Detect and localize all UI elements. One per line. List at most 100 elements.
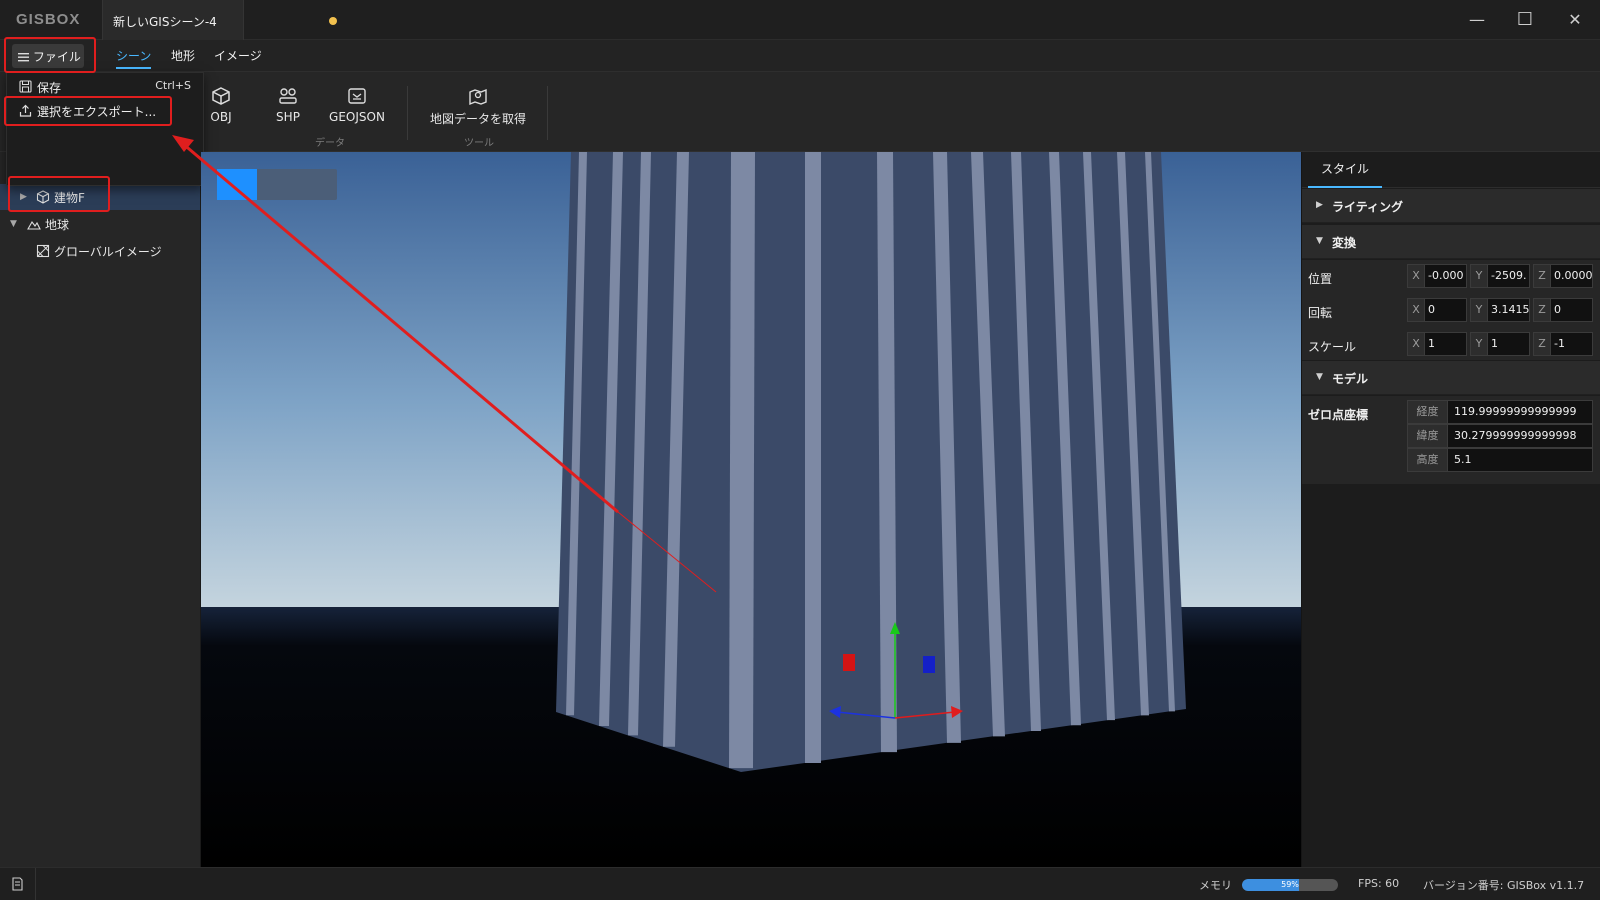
section-transform-header[interactable]: ▼ 変換 bbox=[1302, 225, 1600, 259]
tab-style[interactable]: スタイル bbox=[1308, 152, 1382, 188]
menu-item-export-selection[interactable]: 選択をエクスポート... bbox=[7, 99, 203, 123]
section-lighting-label: ライティング bbox=[1332, 200, 1404, 214]
memory-usage-bar: 59% bbox=[1242, 879, 1338, 891]
fps-readout: FPS: 60 bbox=[1358, 877, 1400, 890]
rotation-y-value: 3.14159 bbox=[1491, 303, 1529, 316]
status-bar: メモリ 59% FPS: 60 バージョン番号: GISBox v1.1.7 bbox=[0, 867, 1600, 900]
latitude-label: 緯度 bbox=[1408, 425, 1448, 447]
axis-z-label: Z bbox=[1534, 333, 1551, 355]
export-icon bbox=[19, 104, 32, 117]
cube-icon bbox=[36, 190, 50, 204]
position-x-field[interactable]: X -0.000 bbox=[1407, 264, 1467, 288]
shp-icon bbox=[279, 88, 297, 104]
scale-label: スケール bbox=[1308, 340, 1357, 354]
tree-item-globe[interactable]: ▼ 地球 bbox=[0, 211, 200, 237]
building-model[interactable] bbox=[556, 152, 1186, 772]
rotation-z-value: 0 bbox=[1554, 303, 1561, 316]
axis-y-label: Y bbox=[1471, 265, 1488, 287]
axis-y-label: Y bbox=[1471, 333, 1488, 355]
cube-icon bbox=[212, 87, 230, 105]
rotation-label: 回転 bbox=[1308, 306, 1333, 320]
ribbon-separator bbox=[547, 86, 548, 140]
ribbon-obj-label: OBJ bbox=[210, 110, 232, 124]
longitude-field[interactable]: 経度 119.99999999999999 bbox=[1407, 400, 1593, 424]
rotation-x-field[interactable]: X0 bbox=[1407, 298, 1467, 322]
scale-y-value: 1 bbox=[1491, 337, 1498, 350]
geojson-icon bbox=[348, 88, 366, 104]
axis-x-label: X bbox=[1408, 265, 1425, 287]
scene-tree-panel: ▶ 建物F ▼ 地球 グローバルイメージ bbox=[0, 152, 201, 867]
ribbon-toolbar: OBJ SHP GEOJSON データ 地図データを取得 ツール bbox=[0, 72, 1600, 152]
tree-item-label: グローバルイメージ bbox=[54, 245, 162, 259]
image-icon bbox=[36, 244, 50, 258]
file-menu-label: ファイル bbox=[32, 50, 81, 64]
ribbon-geojson-label: GEOJSON bbox=[329, 110, 385, 124]
close-button[interactable]: ✕ bbox=[1560, 8, 1590, 32]
altitude-label: 高度 bbox=[1408, 449, 1448, 471]
building-pilaster bbox=[805, 152, 821, 763]
ribbon-group-tools: ツール bbox=[464, 138, 494, 149]
altitude-value: 5.1 bbox=[1454, 453, 1472, 466]
axis-x-label: X bbox=[1408, 299, 1425, 321]
section-model-label: モデル bbox=[1332, 372, 1369, 386]
document-tab-label: 新しいGISシーン-4 bbox=[113, 15, 217, 29]
longitude-value: 119.99999999999999 bbox=[1454, 405, 1577, 418]
tab-image[interactable]: イメージ bbox=[214, 47, 262, 64]
save-icon bbox=[19, 80, 32, 93]
scale-y-field[interactable]: Y1 bbox=[1470, 332, 1530, 356]
menu-item-save[interactable]: 保存 Ctrl+S bbox=[7, 75, 203, 99]
menu-item-export-label: 選択をエクスポート... bbox=[37, 105, 157, 119]
scale-x-field[interactable]: X1 bbox=[1407, 332, 1467, 356]
maximize-button[interactable]: ☐ bbox=[1510, 8, 1540, 32]
ribbon-group-data: データ bbox=[315, 138, 345, 149]
ribbon-shp-button[interactable]: SHP bbox=[270, 72, 306, 152]
collapse-caret-icon: ▼ bbox=[1316, 372, 1323, 382]
latitude-field[interactable]: 緯度 30.279999999999998 bbox=[1407, 424, 1593, 448]
properties-tabbar: スタイル bbox=[1302, 152, 1600, 188]
section-transform-label: 変換 bbox=[1332, 236, 1357, 250]
tree-item-label: 建物F bbox=[54, 191, 85, 205]
version-label: バージョン番号: GISBox v1.1.7 bbox=[1423, 879, 1585, 892]
collapse-caret-icon[interactable]: ▼ bbox=[10, 219, 20, 229]
axis-y-label: Y bbox=[1471, 299, 1488, 321]
log-button[interactable] bbox=[0, 868, 36, 900]
position-y-value: -2509. bbox=[1491, 269, 1527, 282]
position-z-field[interactable]: Z 0.0000 bbox=[1533, 264, 1593, 288]
ribbon-shp-label: SHP bbox=[276, 110, 300, 124]
document-tab[interactable]: 新しいGISシーン-4 bbox=[102, 0, 337, 40]
rotation-y-field[interactable]: Y3.14159 bbox=[1470, 298, 1530, 322]
menu-item-save-shortcut: Ctrl+S bbox=[155, 79, 191, 92]
scale-z-value: -1 bbox=[1554, 337, 1565, 350]
scale-z-field[interactable]: Z -1 bbox=[1533, 332, 1593, 356]
properties-panel: スタイル ▶ ライティング ▼ 変換 位置 X -0.000 Y -2509. Z0… bbox=[1301, 152, 1600, 867]
title-bar: GISBOX 新しいGISシーン-4 — ☐ ✕ bbox=[0, 0, 1600, 40]
ribbon-separator bbox=[407, 86, 408, 140]
altitude-field[interactable]: 高度 5.1 bbox=[1407, 448, 1593, 472]
section-model-header[interactable]: ▼ モデル bbox=[1302, 361, 1600, 395]
axis-z-label: Z bbox=[1534, 265, 1551, 287]
tab-scene[interactable]: シーン bbox=[116, 47, 152, 69]
file-menu-button[interactable]: ファイル bbox=[12, 44, 84, 68]
scene-render bbox=[201, 152, 1301, 867]
tab-terrain[interactable]: 地形 bbox=[171, 47, 195, 64]
building-pilaster bbox=[729, 152, 755, 769]
collapse-caret-icon: ▼ bbox=[1316, 236, 1323, 246]
minimize-button[interactable]: — bbox=[1462, 8, 1492, 32]
tree-item-global-image[interactable]: グローバルイメージ bbox=[0, 238, 200, 264]
expand-caret-icon[interactable]: ▶ bbox=[20, 192, 30, 202]
loading-progress-bar bbox=[217, 169, 337, 200]
position-y-field[interactable]: Y -2509. bbox=[1470, 264, 1530, 288]
memory-percent: 59% bbox=[1281, 880, 1299, 889]
origin-coordinates-label: ゼロ点座標 bbox=[1308, 408, 1369, 422]
ribbon-obj-button[interactable]: OBJ bbox=[204, 72, 238, 152]
3d-viewport[interactable] bbox=[201, 152, 1301, 867]
position-label: 位置 bbox=[1308, 272, 1333, 286]
section-lighting-header[interactable]: ▶ ライティング bbox=[1302, 189, 1600, 223]
tree-item-building[interactable]: ▶ 建物F bbox=[0, 184, 200, 210]
latitude-value: 30.279999999999998 bbox=[1454, 429, 1577, 442]
rotation-x-value: 0 bbox=[1428, 303, 1435, 316]
loading-progress-fill bbox=[217, 169, 257, 200]
axis-x-label: X bbox=[1408, 333, 1425, 355]
axis-z-label: Z bbox=[1534, 299, 1551, 321]
rotation-z-field[interactable]: Z0 bbox=[1533, 298, 1593, 322]
